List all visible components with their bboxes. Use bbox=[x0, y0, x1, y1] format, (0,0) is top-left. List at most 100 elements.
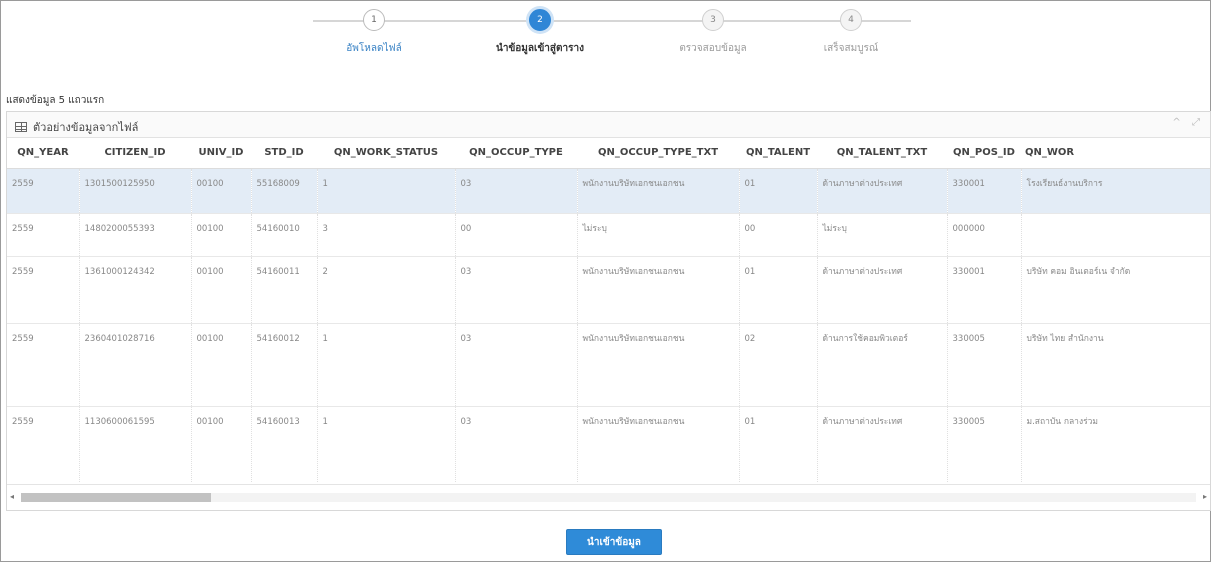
table-cell: พนักงานบริษัทเอกชนเอกชน bbox=[577, 405, 740, 483]
scroll-right-arrow-icon[interactable]: ▸ bbox=[1203, 491, 1207, 503]
table-cell: บริษัท คอม อินเตอร์เน จำกัด bbox=[1021, 255, 1210, 323]
table-wrapper: QN_YEAR CITIZEN_ID UNIV_ID STD_ID QN_WOR… bbox=[7, 138, 1210, 483]
col-header[interactable]: CITIZEN_ID bbox=[79, 138, 191, 169]
col-header[interactable]: QN_TALENT bbox=[739, 138, 817, 169]
table-cell: 1301500125950 bbox=[79, 167, 192, 213]
scroll-left-arrow-icon[interactable]: ◂ bbox=[10, 491, 14, 503]
step-3-label: ตรวจสอบข้อมูล bbox=[679, 43, 747, 54]
step-1-label: อัพโหลดไฟล์ bbox=[346, 43, 402, 54]
table-cell: 00100 bbox=[191, 255, 252, 323]
table-cell: 54160011 bbox=[251, 255, 318, 323]
step-4[interactable]: 4 เสร็จสมบูรณ์ bbox=[781, 9, 921, 56]
col-header[interactable]: QN_WOR bbox=[1021, 138, 1210, 169]
expand-icon[interactable]: ⤢ bbox=[1192, 117, 1200, 128]
table-cell: ม.สถาบัน กลางร่วม bbox=[1021, 405, 1210, 483]
table-cell: พนักงานบริษัทเอกชนเอกชน bbox=[577, 255, 740, 323]
import-data-button[interactable]: นำเข้าข้อมูล bbox=[566, 529, 662, 555]
rows-summary: แสดงข้อมูล 5 แถวแรก bbox=[6, 95, 105, 106]
panel-tools: ^ ⤢ bbox=[1164, 117, 1200, 128]
table-header-row: QN_YEAR CITIZEN_ID UNIV_ID STD_ID QN_WOR… bbox=[7, 138, 1210, 169]
table-row[interactable]: 2559 1480200055393 00100 54160010 3 00 ไ… bbox=[7, 212, 1210, 256]
table-cell: 1361000124342 bbox=[79, 255, 192, 323]
table-cell: 03 bbox=[455, 255, 578, 323]
step-2[interactable]: 2 นำข้อมูลเข้าสู่ตาราง bbox=[470, 9, 610, 56]
table-cell: ด้านภาษาต่างประเทศ bbox=[817, 255, 948, 323]
table-cell: 54160010 bbox=[251, 212, 318, 256]
table-cell: 1 bbox=[317, 405, 456, 483]
table-row[interactable]: 2559 1301500125950 00100 55168009 1 03 พ… bbox=[7, 167, 1210, 213]
wizard-stepper: 1 อัพโหลดไฟล์ 2 นำข้อมูลเข้าสู่ตาราง 3 ต… bbox=[1, 1, 1211, 73]
table-cell: 2559 bbox=[7, 167, 80, 213]
step-4-circle: 4 bbox=[840, 9, 862, 31]
col-header[interactable]: UNIV_ID bbox=[191, 138, 251, 169]
table-cell: 01 bbox=[739, 255, 818, 323]
step-1[interactable]: 1 อัพโหลดไฟล์ bbox=[304, 9, 444, 56]
table-row[interactable]: 2559 2360401028716 00100 54160012 1 03 พ… bbox=[7, 322, 1210, 406]
col-header[interactable]: QN_OCCUP_TYPE_TXT bbox=[577, 138, 739, 169]
scrollbar-track[interactable] bbox=[21, 493, 1196, 502]
table-cell: 2559 bbox=[7, 405, 80, 483]
collapse-icon[interactable]: ^ bbox=[1172, 117, 1180, 128]
table-cell: 00 bbox=[739, 212, 818, 256]
table-cell: 02 bbox=[739, 322, 818, 406]
preview-panel: ตัวอย่างข้อมูลจากไฟล์ ^ ⤢ QN_YEAR CITIZE… bbox=[6, 111, 1211, 511]
table-cell: 3 bbox=[317, 212, 456, 256]
table-cell: บริษัท ไทย สำนักงาน bbox=[1021, 322, 1210, 406]
scrollbar-thumb[interactable] bbox=[21, 493, 211, 502]
preview-table: QN_YEAR CITIZEN_ID UNIV_ID STD_ID QN_WOR… bbox=[7, 138, 1210, 483]
step-4-label: เสร็จสมบูรณ์ bbox=[823, 43, 879, 54]
table-cell: 54160012 bbox=[251, 322, 318, 406]
table-cell: 330001 bbox=[947, 255, 1022, 323]
step-3-circle: 3 bbox=[702, 9, 724, 31]
col-header[interactable]: QN_WORK_STATUS bbox=[317, 138, 455, 169]
table-cell: 03 bbox=[455, 322, 578, 406]
table-cell: 00100 bbox=[191, 405, 252, 483]
step-2-circle: 2 bbox=[529, 9, 551, 31]
col-header[interactable]: STD_ID bbox=[251, 138, 317, 169]
table-row[interactable]: 2559 1130600061595 00100 54160013 1 03 พ… bbox=[7, 405, 1210, 483]
table-cell: 01 bbox=[739, 167, 818, 213]
table-row[interactable]: 2559 1361000124342 00100 54160011 2 03 พ… bbox=[7, 255, 1210, 323]
table-cell: ไม่ระบุ bbox=[577, 212, 740, 256]
table-cell: 01 bbox=[739, 405, 818, 483]
step-1-circle: 1 bbox=[363, 9, 385, 31]
table-cell: 330005 bbox=[947, 405, 1022, 483]
horizontal-scrollbar[interactable]: ◂ ▸ bbox=[7, 484, 1210, 510]
table-cell: ด้านการใช้คอมพิวเตอร์ bbox=[817, 322, 948, 406]
table-cell: พนักงานบริษัทเอกชนเอกชน bbox=[577, 167, 740, 213]
panel-title: ตัวอย่างข้อมูลจากไฟล์ bbox=[15, 118, 138, 136]
col-header[interactable]: QN_TALENT_TXT bbox=[817, 138, 947, 169]
table-cell: 00100 bbox=[191, 167, 252, 213]
table-cell: 2559 bbox=[7, 255, 80, 323]
col-header[interactable]: QN_YEAR bbox=[7, 138, 79, 169]
table-cell: ด้านภาษาต่างประเทศ bbox=[817, 405, 948, 483]
table-cell: 1 bbox=[317, 322, 456, 406]
table-cell: 330001 bbox=[947, 167, 1022, 213]
col-header[interactable]: QN_POS_ID bbox=[947, 138, 1021, 169]
table-cell: พนักงานบริษัทเอกชนเอกชน bbox=[577, 322, 740, 406]
table-cell: 1480200055393 bbox=[79, 212, 192, 256]
table-cell: 2 bbox=[317, 255, 456, 323]
table-cell: ด้านภาษาต่างประเทศ bbox=[817, 167, 948, 213]
table-cell: 2559 bbox=[7, 322, 80, 406]
table-cell: 00100 bbox=[191, 322, 252, 406]
table-cell bbox=[1021, 212, 1210, 256]
panel-title-text: ตัวอย่างข้อมูลจากไฟล์ bbox=[33, 121, 139, 134]
table-cell: 000000 bbox=[947, 212, 1022, 256]
step-2-label: นำข้อมูลเข้าสู่ตาราง bbox=[496, 43, 584, 54]
col-header[interactable]: QN_OCCUP_TYPE bbox=[455, 138, 577, 169]
table-cell: 1 bbox=[317, 167, 456, 213]
table-cell: โรงเรียนธ์งานบริการ bbox=[1021, 167, 1210, 213]
table-cell: 55168009 bbox=[251, 167, 318, 213]
table-cell: 03 bbox=[455, 405, 578, 483]
table-cell: 2559 bbox=[7, 212, 80, 256]
table-cell: 00 bbox=[455, 212, 578, 256]
table-cell: 1130600061595 bbox=[79, 405, 192, 483]
table-cell: 03 bbox=[455, 167, 578, 213]
app-frame: 1 อัพโหลดไฟล์ 2 นำข้อมูลเข้าสู่ตาราง 3 ต… bbox=[0, 0, 1211, 562]
table-cell: 330005 bbox=[947, 322, 1022, 406]
step-3[interactable]: 3 ตรวจสอบข้อมูล bbox=[643, 9, 783, 56]
panel-header: ตัวอย่างข้อมูลจากไฟล์ ^ ⤢ bbox=[7, 112, 1210, 138]
table-cell: 00100 bbox=[191, 212, 252, 256]
table-cell: ไม่ระบุ bbox=[817, 212, 948, 256]
